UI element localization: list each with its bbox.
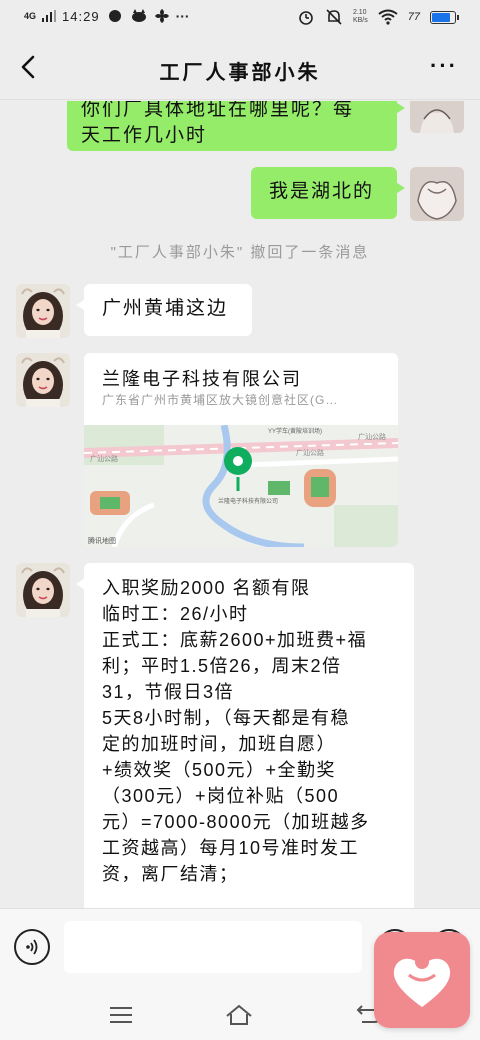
- my-avatar[interactable]: [410, 101, 464, 133]
- fan-app-icon: [154, 9, 169, 23]
- battery-percent: 77: [407, 11, 420, 23]
- map-poi-label: YY学车(黄陂培训场): [268, 427, 322, 435]
- alarm-icon: [299, 11, 313, 25]
- signal-icon: [42, 10, 57, 22]
- home-nav-icon[interactable]: [224, 1002, 254, 1028]
- voice-icon: [26, 939, 38, 955]
- battery-icon: [430, 10, 459, 24]
- message-text-line: 天工作几小时: [81, 125, 208, 146]
- mute-icon: [326, 9, 342, 25]
- message-text-line: 临时工：26/小时: [102, 604, 249, 624]
- chat-title: 工厂人事部小朱: [159, 62, 321, 84]
- map-road-label: 广汕公路: [296, 448, 324, 457]
- voice-input-button[interactable]: [14, 929, 50, 965]
- heart-icon: [393, 955, 451, 1007]
- message-text-line: 你们厂具体地址在哪里呢？每: [81, 101, 355, 120]
- message-text-line: 正式工：底薪2600+加班费+福: [102, 630, 368, 650]
- clock: 14:29: [62, 8, 100, 24]
- cat-app-icon: [131, 9, 146, 22]
- more-options-icon[interactable]: ···: [430, 55, 458, 77]
- message-text-line: 利；平时1.5倍26，周末2倍: [102, 656, 342, 676]
- map-poi-label: 兰隆电子科技有限公司: [218, 497, 278, 505]
- sent-message[interactable]: 你们厂具体地址在哪里呢？每 天工作几小时: [67, 101, 405, 151]
- contact-avatar[interactable]: [16, 284, 70, 338]
- message-input[interactable]: [64, 921, 362, 973]
- message-text-line: 5天8小时制，（每天都是有稳: [102, 708, 351, 728]
- chat-header: 工厂人事部小朱 ···: [0, 36, 480, 100]
- message-text-line: 入职奖励2000 名额有限: [102, 578, 311, 598]
- location-address: 广东省广州市黄埔区放大镜创意社区(G…: [102, 393, 339, 407]
- map-watermark: 腾讯地图: [88, 536, 116, 545]
- message-text-line: +绩效奖（500元）+全勤奖: [102, 760, 337, 780]
- message-text-line: 资，离厂结清；: [102, 864, 239, 884]
- received-message-long[interactable]: 入职奖励2000 名额有限 临时工：26/小时 正式工：底薪2600+加班费+福…: [76, 563, 414, 908]
- sent-message[interactable]: 我是湖北的: [251, 167, 405, 219]
- location-message[interactable]: 兰隆电子科技有限公司 广东省广州市黄埔区放大镜创意社区(G… 广汕公路 广汕公路…: [84, 353, 398, 547]
- message-text: 我是湖北的: [269, 181, 375, 202]
- recall-notice: "工厂人事部小朱" 撤回了一条消息: [110, 244, 370, 261]
- status-bar: 4G 14:29 ··· 2.10 KB/s 77: [0, 0, 480, 36]
- message-text-line: 工资越高）每月10号准时发工: [102, 838, 360, 858]
- location-name: 兰隆电子科技有限公司: [102, 369, 302, 389]
- message-text: 广州黄埔这边: [102, 298, 229, 319]
- location-map[interactable]: 广汕公路 广汕公路 广汕公路 YY学车(黄陂培训场) 兰隆电子科技有限公司 腾讯…: [84, 425, 398, 547]
- message-text-line: 31，节假日3倍: [102, 682, 235, 702]
- contact-avatar[interactable]: [16, 563, 70, 617]
- message-text-line: （300元）+岗位补贴（500: [102, 786, 340, 806]
- message-text-line: 元）=7000-8000元（加班越多: [102, 812, 370, 832]
- wifi-icon: [378, 9, 398, 25]
- received-message[interactable]: 广州黄埔这边: [76, 284, 252, 336]
- floating-heart-widget[interactable]: [374, 932, 470, 1028]
- my-avatar[interactable]: [410, 167, 464, 221]
- message-text-line: 定的加班时间，加班自愿）: [102, 734, 336, 754]
- map-road-label: 广汕公路: [90, 454, 118, 463]
- network-type: 4G: [24, 10, 37, 21]
- map-road-label: 广汕公路: [358, 432, 386, 441]
- menu-nav-icon[interactable]: [106, 1002, 136, 1028]
- cloud-app-icon: [108, 10, 121, 22]
- net-speed: 2.10 KB/s: [352, 9, 368, 24]
- message-list[interactable]: 你们厂具体地址在哪里呢？每 天工作几小时 我是湖北的 "工厂人事部小朱" 撤回了…: [0, 101, 480, 908]
- contact-avatar[interactable]: [16, 353, 70, 407]
